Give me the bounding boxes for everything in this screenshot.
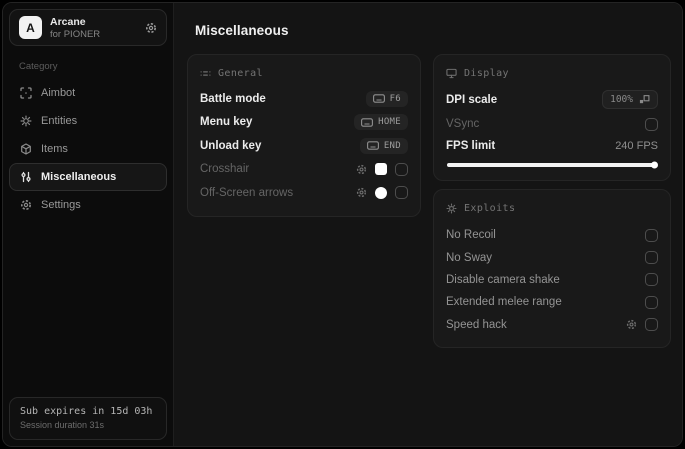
no-sway-checkbox[interactable] bbox=[645, 251, 658, 265]
keyboard-icon bbox=[372, 94, 385, 103]
sidebar-item-label: Miscellaneous bbox=[41, 171, 117, 183]
general-card-header: General bbox=[200, 65, 408, 81]
no-recoil-checkbox[interactable] bbox=[645, 228, 658, 242]
disable-camera-shake-label: Disable camera shake bbox=[446, 273, 560, 286]
exploits-card: Exploits No Recoil No Sway Disable camer… bbox=[433, 189, 671, 348]
extended-melee-range-label: Extended melee range bbox=[446, 296, 562, 309]
keyboard-icon bbox=[361, 118, 374, 127]
crosshair-color-swatch[interactable] bbox=[375, 163, 387, 176]
unload-key-keybind[interactable]: END bbox=[359, 137, 408, 154]
sidebar-item-miscellaneous[interactable]: Miscellaneous bbox=[9, 163, 167, 191]
sidebar-item-entities[interactable]: Entities bbox=[9, 107, 167, 135]
dpi-scale-row: DPI scale 100% bbox=[446, 87, 658, 112]
vsync-checkbox[interactable] bbox=[645, 117, 658, 131]
vsync-label: VSync bbox=[446, 118, 480, 130]
entities-icon bbox=[20, 115, 32, 127]
session-duration-text: Session duration 31s bbox=[20, 420, 105, 430]
no-recoil-label: No Recoil bbox=[446, 229, 496, 242]
fps-limit-row: FPS limit 240 FPS bbox=[446, 136, 658, 156]
sub-expires-text: Sub expires in 15d 03h bbox=[20, 406, 153, 417]
offscreen-arrows-label: Off-Screen arrows bbox=[200, 186, 294, 199]
brand-logo: A bbox=[19, 16, 42, 39]
no-sway-label: No Sway bbox=[446, 251, 493, 264]
crosshair-checkbox[interactable] bbox=[395, 162, 408, 176]
dpi-scale-value: 100% bbox=[610, 94, 633, 105]
battle-mode-keybind[interactable]: F6 bbox=[365, 90, 408, 107]
general-card: General Battle mode F6 Menu key HOME Unl… bbox=[187, 54, 421, 217]
page-title: Miscellaneous bbox=[195, 23, 289, 38]
gear-icon[interactable] bbox=[626, 319, 637, 330]
vsync-row: VSync bbox=[446, 112, 658, 136]
dpi-scale-select[interactable]: 100% bbox=[602, 90, 658, 109]
gear-icon[interactable] bbox=[356, 187, 367, 198]
extended-melee-range-row: Extended melee range bbox=[446, 291, 658, 313]
bug-icon bbox=[446, 202, 457, 214]
fps-limit-label: FPS limit bbox=[446, 140, 496, 152]
unload-key-label: Unload key bbox=[200, 139, 262, 152]
crosshair-row: Crosshair bbox=[200, 158, 408, 182]
exploits-card-header: Exploits bbox=[446, 200, 658, 216]
settings-columns: General Battle mode F6 Menu key HOME Unl… bbox=[187, 54, 673, 348]
gear-icon[interactable] bbox=[145, 22, 157, 34]
disable-camera-shake-row: Disable camera shake bbox=[446, 269, 658, 291]
display-card: Display DPI scale 100% VSync FPS limit 2… bbox=[433, 54, 671, 181]
package-icon bbox=[20, 143, 32, 155]
keyboard-icon bbox=[366, 141, 379, 150]
offscreen-arrows-row: Off-Screen arrows bbox=[200, 181, 408, 205]
sidebar-nav: Aimbot Entities Items Miscellaneous Sett… bbox=[3, 79, 173, 219]
offscreen-arrows-color-swatch[interactable] bbox=[375, 186, 387, 199]
main-panel: Miscellaneous General Battle mode F6 Men… bbox=[174, 3, 682, 446]
category-label: Category bbox=[19, 61, 58, 72]
speed-hack-label: Speed hack bbox=[446, 318, 507, 331]
sidebar-item-aimbot[interactable]: Aimbot bbox=[9, 79, 167, 107]
sidebar-item-label: Entities bbox=[41, 115, 78, 127]
sidebar-item-label: Items bbox=[41, 143, 68, 155]
speed-hack-row: Speed hack bbox=[446, 314, 658, 336]
keybind-value: F6 bbox=[389, 93, 401, 104]
offscreen-arrows-checkbox[interactable] bbox=[395, 186, 408, 200]
brand-text: Arcane for PIONER bbox=[50, 16, 100, 40]
speed-hack-checkbox[interactable] bbox=[645, 318, 658, 332]
crosshair-label: Crosshair bbox=[200, 163, 250, 176]
sliders-icon bbox=[20, 171, 32, 183]
no-recoil-row: No Recoil bbox=[446, 224, 658, 246]
extended-melee-range-checkbox[interactable] bbox=[645, 295, 658, 309]
display-card-title: Display bbox=[464, 67, 509, 79]
gear-icon[interactable] bbox=[356, 164, 367, 175]
menu-key-keybind[interactable]: HOME bbox=[354, 114, 408, 131]
brand-subtitle: for PIONER bbox=[50, 28, 101, 40]
sidebar-item-label: Aimbot bbox=[41, 87, 76, 99]
scale-icon bbox=[639, 94, 650, 105]
no-sway-row: No Sway bbox=[446, 246, 658, 268]
disable-camera-shake-checkbox[interactable] bbox=[645, 273, 658, 287]
battle-mode-row: Battle mode F6 bbox=[200, 87, 408, 111]
sidebar-item-items[interactable]: Items bbox=[9, 135, 167, 163]
gear-icon bbox=[20, 199, 32, 211]
sidebar-item-settings[interactable]: Settings bbox=[9, 191, 167, 219]
sidebar: A Arcane for PIONER Category Aimbot Enti… bbox=[3, 3, 174, 446]
app-window: A Arcane for PIONER Category Aimbot Enti… bbox=[2, 2, 683, 447]
display-card-header: Display bbox=[446, 65, 658, 81]
exploits-card-title: Exploits bbox=[464, 202, 516, 214]
menu-key-row: Menu key HOME bbox=[200, 111, 408, 135]
subscription-card: Sub expires in 15d 03h Session duration … bbox=[9, 397, 167, 440]
keybind-value: HOME bbox=[378, 117, 401, 128]
sidebar-item-label: Settings bbox=[41, 199, 81, 211]
fps-limit-value: 240 FPS bbox=[615, 140, 658, 152]
general-card-title: General bbox=[218, 67, 263, 79]
list-icon bbox=[200, 68, 211, 79]
monitor-icon bbox=[446, 68, 457, 79]
slider-knob[interactable] bbox=[651, 161, 658, 169]
battle-mode-label: Battle mode bbox=[200, 92, 266, 105]
scan-icon bbox=[20, 87, 32, 99]
keybind-value: END bbox=[383, 140, 401, 151]
menu-key-label: Menu key bbox=[200, 116, 253, 129]
fps-limit-slider[interactable] bbox=[447, 161, 658, 169]
dpi-scale-label: DPI scale bbox=[446, 93, 498, 106]
brand-name: Arcane bbox=[50, 15, 86, 28]
brand-card: A Arcane for PIONER bbox=[9, 9, 167, 46]
unload-key-row: Unload key END bbox=[200, 134, 408, 158]
